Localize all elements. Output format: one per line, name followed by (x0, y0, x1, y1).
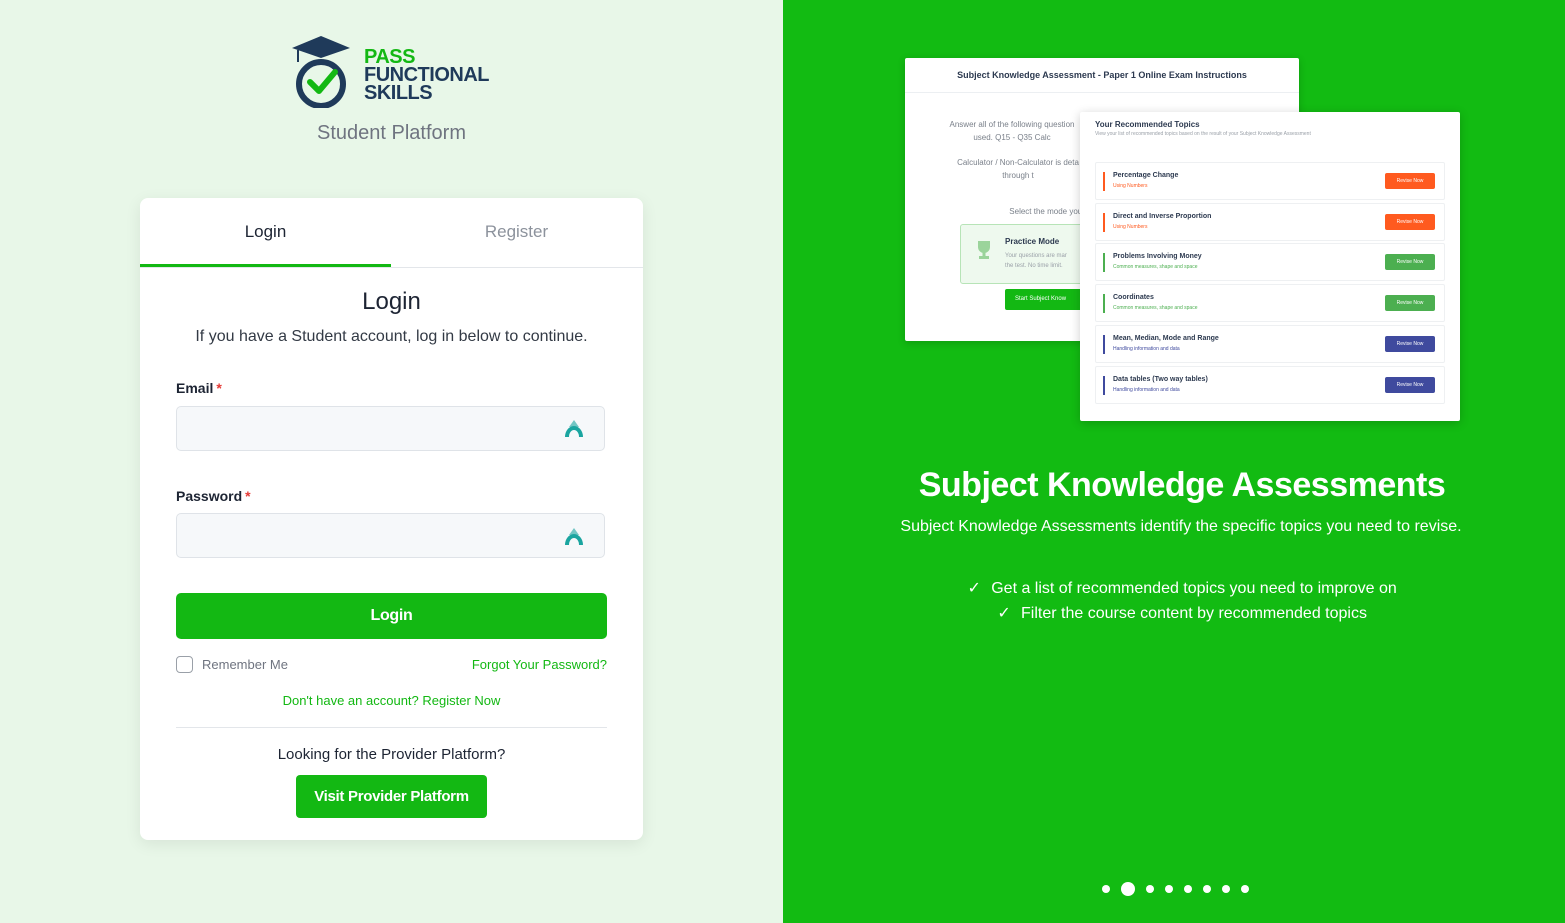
brand-line-skills: SKILLS (364, 82, 433, 104)
topic-color-bar (1103, 212, 1105, 232)
login-description: If you have a Student account, log in be… (195, 328, 588, 345)
required-asterisk: * (216, 380, 222, 396)
brand-logo: PASS FUNCTIONAL SKILLS (290, 34, 500, 108)
carousel-dot[interactable] (1165, 885, 1173, 893)
email-field[interactable] (176, 406, 605, 451)
feature-points: ✓ Get a list of recommended topics you ne… (783, 576, 1565, 626)
topic-color-bar (1103, 334, 1105, 354)
email-label-text: Email (176, 380, 214, 396)
brand-wordmark: PASS FUNCTIONAL SKILLS (364, 47, 489, 104)
feature-point-text: Get a list of recommended topics you nee… (991, 580, 1397, 597)
auth-tabs: Login Register (140, 198, 643, 268)
topic-color-bar (1103, 294, 1105, 314)
divider (176, 727, 607, 728)
carousel-dot[interactable] (1241, 885, 1249, 893)
carousel-dot[interactable] (1102, 885, 1110, 893)
feature-point: ✓ Filter the course content by recommende… (783, 601, 1565, 626)
provider-question: Looking for the Provider Platform? (277, 746, 506, 763)
topic-row: Data tables (Two way tables) Handling inf… (1095, 365, 1445, 404)
graduation-cap-check-icon (292, 36, 350, 108)
revise-now-button: Revise Now (1385, 335, 1435, 352)
revise-now-button: Revise Now (1385, 254, 1435, 271)
platform-subtitle: Student Platform (317, 122, 466, 144)
topic-row: Direct and Inverse Proportion Using Numbe… (1095, 202, 1445, 241)
topic-row: Coordinates Common measures, shape and sp… (1095, 284, 1445, 323)
feature-panel: Subject Knowledge Assessment - Paper 1 O… (783, 0, 1565, 923)
carousel-dot[interactable] (1222, 885, 1230, 893)
topic-name: Coordinates (1113, 294, 1154, 302)
practice-mode-title: Practice Mode (1005, 237, 1060, 246)
topics-title: Your Recommended Topics (1095, 120, 1200, 129)
topic-category: Using Numbers (1113, 223, 1148, 230)
carousel-dot[interactable] (1146, 885, 1154, 893)
topic-category: Common measures, shape and space (1113, 264, 1198, 271)
topic-color-bar (1103, 375, 1105, 395)
topic-color-bar (1103, 172, 1105, 191)
feature-point: ✓ Get a list of recommended topics you ne… (783, 576, 1565, 601)
revise-now-button: Revise Now (1385, 376, 1435, 393)
password-manager-icon[interactable] (563, 525, 585, 547)
exam-preview-title: Subject Knowledge Assessment - Paper 1 O… (905, 58, 1299, 93)
password-field[interactable] (176, 513, 605, 558)
required-asterisk: * (245, 488, 251, 504)
topic-name: Percentage Change (1113, 172, 1179, 179)
topic-category: Handling information and data (1113, 345, 1180, 352)
recommended-topics-preview: Your Recommended Topics View your list o… (1080, 112, 1460, 421)
topic-category: Common measures, shape and space (1113, 305, 1198, 312)
page: PASS FUNCTIONAL SKILLS Student Platform … (0, 0, 1565, 923)
topic-name: Data tables (Two way tables) (1113, 375, 1208, 383)
login-button[interactable]: Login (176, 593, 607, 639)
tab-register[interactable]: Register (391, 198, 642, 267)
topic-row: Mean, Median, Mode and Range Handling inf… (1095, 324, 1445, 363)
topic-row: Problems Involving Money Common measures,… (1095, 243, 1445, 282)
remember-me-label: Remember Me (202, 657, 288, 672)
visit-provider-button[interactable]: Visit Provider Platform (296, 775, 487, 818)
carousel-dots (1102, 882, 1260, 896)
login-heading: Login (362, 288, 421, 315)
remember-me-checkbox[interactable] (176, 656, 193, 673)
feature-point-text: Filter the course content by recommended… (1021, 605, 1367, 622)
topic-color-bar (1103, 253, 1105, 273)
trophy-icon (978, 241, 990, 259)
auth-card: Login Register Login If you have a Stude… (140, 198, 643, 840)
revise-now-button: Revise Now (1385, 173, 1435, 189)
carousel-dot[interactable] (1121, 882, 1135, 896)
revise-now-button: Revise Now (1385, 295, 1435, 312)
topic-name: Direct and Inverse Proportion (1113, 212, 1212, 220)
password-manager-icon[interactable] (563, 417, 585, 439)
tab-login[interactable]: Login (140, 198, 391, 267)
topic-category: Handling information and data (1113, 386, 1180, 393)
topic-name: Problems Involving Money (1113, 253, 1202, 261)
register-now-link[interactable]: Don't have an account? Register Now (140, 693, 643, 708)
password-label: Password * (176, 488, 251, 504)
login-panel: PASS FUNCTIONAL SKILLS Student Platform … (0, 0, 783, 923)
topics-subtitle: View your list of recommended topics bas… (1095, 131, 1311, 137)
topic-name: Mean, Median, Mode and Range (1113, 334, 1219, 342)
check-icon: ✓ (967, 580, 981, 597)
forgot-password-link[interactable]: Forgot Your Password? (472, 657, 607, 672)
topic-category: Using Numbers (1113, 183, 1148, 189)
remember-me[interactable]: Remember Me (176, 656, 288, 673)
revise-now-button: Revise Now (1385, 213, 1435, 230)
password-label-text: Password (176, 488, 243, 504)
email-label: Email * (176, 380, 222, 396)
feature-description: Subject Knowledge Assessments identify t… (900, 518, 1462, 535)
feature-title: Subject Knowledge Assessments (918, 466, 1446, 504)
carousel-dot[interactable] (1203, 885, 1211, 893)
check-icon: ✓ (997, 605, 1011, 622)
carousel-dot[interactable] (1184, 885, 1192, 893)
topic-row: Percentage Change Using Numbers Revise Now (1095, 162, 1445, 200)
